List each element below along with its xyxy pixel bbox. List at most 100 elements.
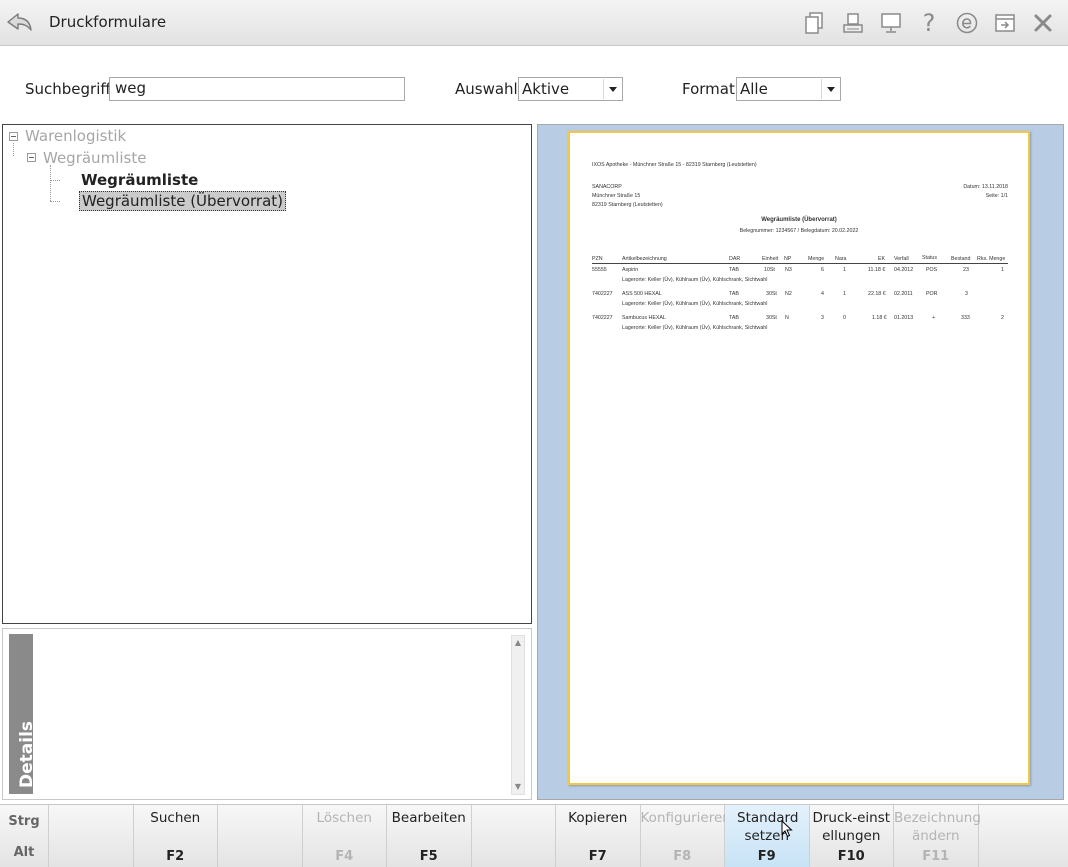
doc-cell: ASS 500 HEXAL [622, 291, 662, 297]
doc-cell: 04.2012 [894, 267, 914, 273]
strg-label: Strg [8, 814, 40, 829]
doc-header-line: IXOS Apotheke - Münchner Straße 15 - 823… [592, 162, 757, 168]
tree-node-warenlogistik[interactable]: Warenlogistik [25, 127, 126, 145]
details-scrollbar[interactable]: ▲ ▼ [511, 635, 525, 795]
doc-page: Seite: 1/1 [985, 193, 1008, 199]
tree-item-wegraeumliste-uebervorrat[interactable]: Wegräumliste (Übervorrat) [79, 191, 287, 211]
doc-col-ek: EK [878, 256, 886, 262]
chevron-down-icon[interactable] [821, 79, 839, 99]
doc-col-dar: DAR [729, 256, 741, 262]
doc-cell: Aspirin [622, 267, 639, 273]
doc-cell: N3 [785, 267, 792, 273]
format-select[interactable]: Alle [736, 77, 841, 101]
export-icon[interactable] [986, 9, 1024, 37]
doc-cell: TAB [729, 267, 739, 273]
collapse-icon[interactable] [27, 153, 36, 162]
doc-cell: TAB [729, 315, 739, 321]
scroll-up-icon[interactable]: ▲ [512, 636, 524, 650]
close-icon[interactable] [1024, 9, 1062, 37]
doc-cell: 6 [821, 267, 824, 273]
doc-cell: 1 [843, 291, 846, 297]
doc-cell: 1 [843, 267, 846, 273]
details-tab[interactable]: Details [9, 634, 37, 794]
collapse-icon[interactable] [9, 132, 18, 141]
doc-col-bestand: Bestand [951, 256, 971, 262]
fkey-f3-button[interactable] [218, 805, 303, 867]
doc-cell: Sambucus HEXAL [622, 315, 666, 321]
doc-cell: N [785, 315, 789, 321]
doc-cell: 0 [843, 315, 846, 321]
doc-cell: 1 [1001, 267, 1004, 273]
print-preview: IXOS Apotheke - Münchner Straße 15 - 823… [537, 124, 1064, 800]
details-tab-label: Details [17, 720, 37, 788]
doc-cell: 22.18 € [868, 291, 886, 297]
copy-icon[interactable] [796, 9, 834, 37]
title-bar: Druckformulare ? [0, 0, 1068, 46]
format-value: Alle [740, 80, 768, 98]
doc-cell: 11.18 € [868, 267, 886, 273]
fkey-f1-button[interactable] [49, 805, 134, 867]
doc-date: Datum: 13.11.2018 [963, 184, 1008, 190]
doc-address-1: SANACORP [592, 184, 622, 190]
function-key-bar: Strg Alt Suchen F2 Löschen F4 Bearbeiten F5… [0, 804, 1068, 867]
doc-cell: 7402227 [592, 291, 613, 297]
fkey-f12-button[interactable] [979, 805, 1068, 867]
doc-cell: 2 [1001, 315, 1004, 321]
doc-title: Wegräumliste (Übervorrat) [761, 217, 837, 223]
window-title: Druckformulare [49, 13, 167, 31]
doc-cell: POR [926, 291, 938, 297]
auswahl-label: Auswahl [455, 80, 518, 98]
konfigurieren-button[interactable]: Konfigurieren F8 [641, 805, 731, 867]
auswahl-select[interactable]: Aktive [518, 77, 623, 101]
druckeinstellungen-button[interactable]: Druck-einstellungen F10 [810, 805, 894, 867]
doc-col-status: Status [922, 255, 938, 261]
doc-col-name: Artikelbezeichnung [622, 256, 667, 262]
doc-cell: 01.2013 [894, 315, 914, 321]
tree-node-wegraeumliste-group[interactable]: Wegräumliste [43, 149, 146, 167]
standard-setzen-button[interactable]: Standard setzen F9 [725, 805, 810, 867]
toolbar-icons: ? [796, 9, 1062, 37]
chevron-down-icon[interactable] [603, 79, 621, 99]
search-label: Suchbegriff [25, 80, 111, 98]
doc-cell: N2 [785, 291, 792, 297]
doc-cell-lager: Lagerorte: Keller (Üv), Kühlraum (Üv), K… [622, 325, 768, 331]
back-arrow-icon[interactable] [4, 8, 34, 36]
help-icon[interactable]: ? [910, 9, 948, 37]
monitor-icon[interactable] [872, 9, 910, 37]
form-tree: Warenlogistik Wegräumliste Wegräumliste … [2, 124, 532, 624]
modifier-keys[interactable]: Strg Alt [0, 805, 49, 867]
internet-icon[interactable] [948, 9, 986, 37]
preview-page: IXOS Apotheke - Münchner Straße 15 - 823… [568, 131, 1030, 785]
doc-cell: 02.2011 [894, 291, 913, 297]
doc-cell: 30St [766, 291, 777, 297]
fkey-f6-button[interactable] [472, 805, 556, 867]
doc-cell: 7402227 [592, 315, 613, 321]
printer-icon[interactable] [834, 9, 872, 37]
doc-col-np: NP [784, 256, 792, 262]
doc-cell: 23 [963, 267, 969, 273]
doc-cell: 4 [821, 291, 824, 297]
scroll-down-icon[interactable]: ▼ [512, 780, 524, 794]
bezeichnung-aendern-button[interactable]: Bezeichnung ändern F11 [894, 805, 981, 867]
doc-cell: 3 [965, 291, 968, 297]
doc-cell: 55555 [592, 267, 607, 273]
doc-cell: POS [926, 267, 938, 273]
suchen-button[interactable]: Suchen F2 [134, 805, 218, 867]
doc-cell: 3 [821, 315, 824, 321]
doc-cell-lager: Lagerorte: Keller (Üv), Kühlraum (Üv), K… [622, 301, 768, 307]
doc-cell: + [932, 315, 936, 321]
doc-col-pzn: PZN [592, 256, 603, 262]
search-input[interactable]: weg [109, 77, 405, 101]
alt-label: Alt [13, 845, 35, 860]
doc-col-einheit: Einheit [762, 256, 779, 262]
tree-item-wegraeumliste[interactable]: Wegräumliste [81, 171, 198, 189]
kopieren-button[interactable]: Kopieren F7 [556, 805, 641, 867]
doc-col-menge: Menge [808, 256, 825, 262]
loeschen-button[interactable]: Löschen F4 [303, 805, 387, 867]
details-panel: Details ▲ ▼ [2, 628, 532, 800]
format-label: Format [682, 80, 735, 98]
bearbeiten-button[interactable]: Bearbeiten F5 [387, 805, 472, 867]
doc-col-nara: Nara [835, 256, 847, 262]
doc-col-verfall: Verfall [894, 256, 909, 262]
doc-cell: 333 [961, 315, 970, 321]
